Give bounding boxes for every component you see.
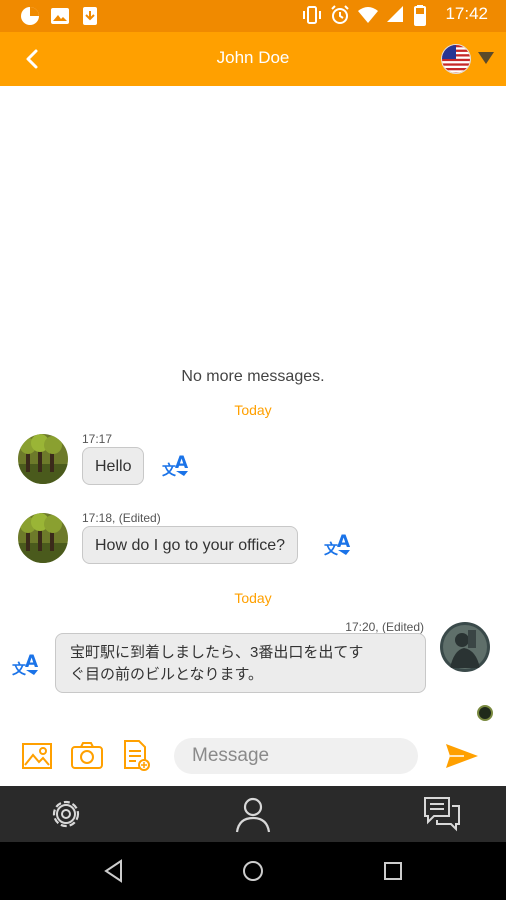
system-nav-bar: [0, 842, 506, 900]
no-more-messages-label: No more messages.: [181, 368, 325, 385]
message-text-line: 宝町駅に到着しましたら、3番出口を出てす: [70, 644, 364, 661]
avatar[interactable]: [440, 622, 490, 672]
bottom-tab-bar: [0, 786, 506, 842]
download-icon: [80, 6, 100, 26]
translate-icon[interactable]: 文 A: [162, 451, 192, 479]
recents-square-icon[interactable]: [380, 858, 406, 884]
translate-icon[interactable]: 文 A: [12, 650, 42, 678]
message-time: 17:17: [82, 432, 113, 446]
signal-icon: [385, 4, 405, 24]
settings-icon[interactable]: [46, 794, 86, 834]
message-time: 17:18, (Edited): [82, 511, 161, 525]
camera-icon[interactable]: [70, 738, 104, 772]
home-circle-icon[interactable]: [240, 858, 266, 884]
us-flag-icon[interactable]: [441, 44, 471, 74]
avatar[interactable]: [18, 434, 68, 484]
message-time: 17:20, (Edited): [345, 620, 424, 634]
status-time: 17:42: [445, 4, 488, 23]
day-separator: Today: [234, 402, 272, 418]
alarm-icon: [329, 4, 350, 24]
send-icon[interactable]: [444, 740, 480, 772]
status-bar: 17:42: [0, 0, 506, 32]
vibrate-icon: [301, 4, 322, 24]
message-bubble[interactable]: Hello: [82, 447, 145, 485]
svg-text:A: A: [175, 453, 189, 473]
message-bubble[interactable]: How do I go to your office?: [82, 526, 299, 564]
pie-chart-icon: [20, 6, 40, 26]
read-receipt-avatar-icon: [477, 705, 493, 721]
message-input[interactable]: [174, 738, 418, 774]
app-bar: John Doe: [0, 32, 506, 86]
wifi-icon: [357, 4, 379, 24]
translate-icon[interactable]: 文 A: [324, 530, 354, 558]
input-bar: [0, 726, 506, 786]
file-icon[interactable]: [120, 738, 154, 772]
svg-text:A: A: [337, 532, 351, 552]
battery-icon: [413, 4, 433, 26]
message-bubble[interactable]: 宝町駅に到着しましたら、3番出口を出てす ぐ目の前のビルとなります。: [55, 633, 426, 693]
image-icon: [50, 6, 70, 26]
profile-icon[interactable]: [233, 794, 273, 834]
status-right-icons: 17:42: [301, 4, 488, 26]
gallery-icon[interactable]: [20, 738, 54, 772]
caret-down-icon[interactable]: [478, 52, 494, 64]
status-left-icons: [20, 6, 100, 26]
chats-icon[interactable]: [422, 794, 462, 834]
day-separator: Today: [234, 590, 272, 606]
avatar[interactable]: [18, 513, 68, 563]
message-text-line: ぐ目の前のビルとなります。: [70, 666, 264, 683]
chat-title: John Doe: [216, 48, 290, 67]
back-triangle-icon[interactable]: [101, 858, 127, 884]
chat-area[interactable]: No more messages. Today 17:17 Hello 文 A: [0, 86, 506, 726]
svg-text:A: A: [25, 652, 39, 672]
